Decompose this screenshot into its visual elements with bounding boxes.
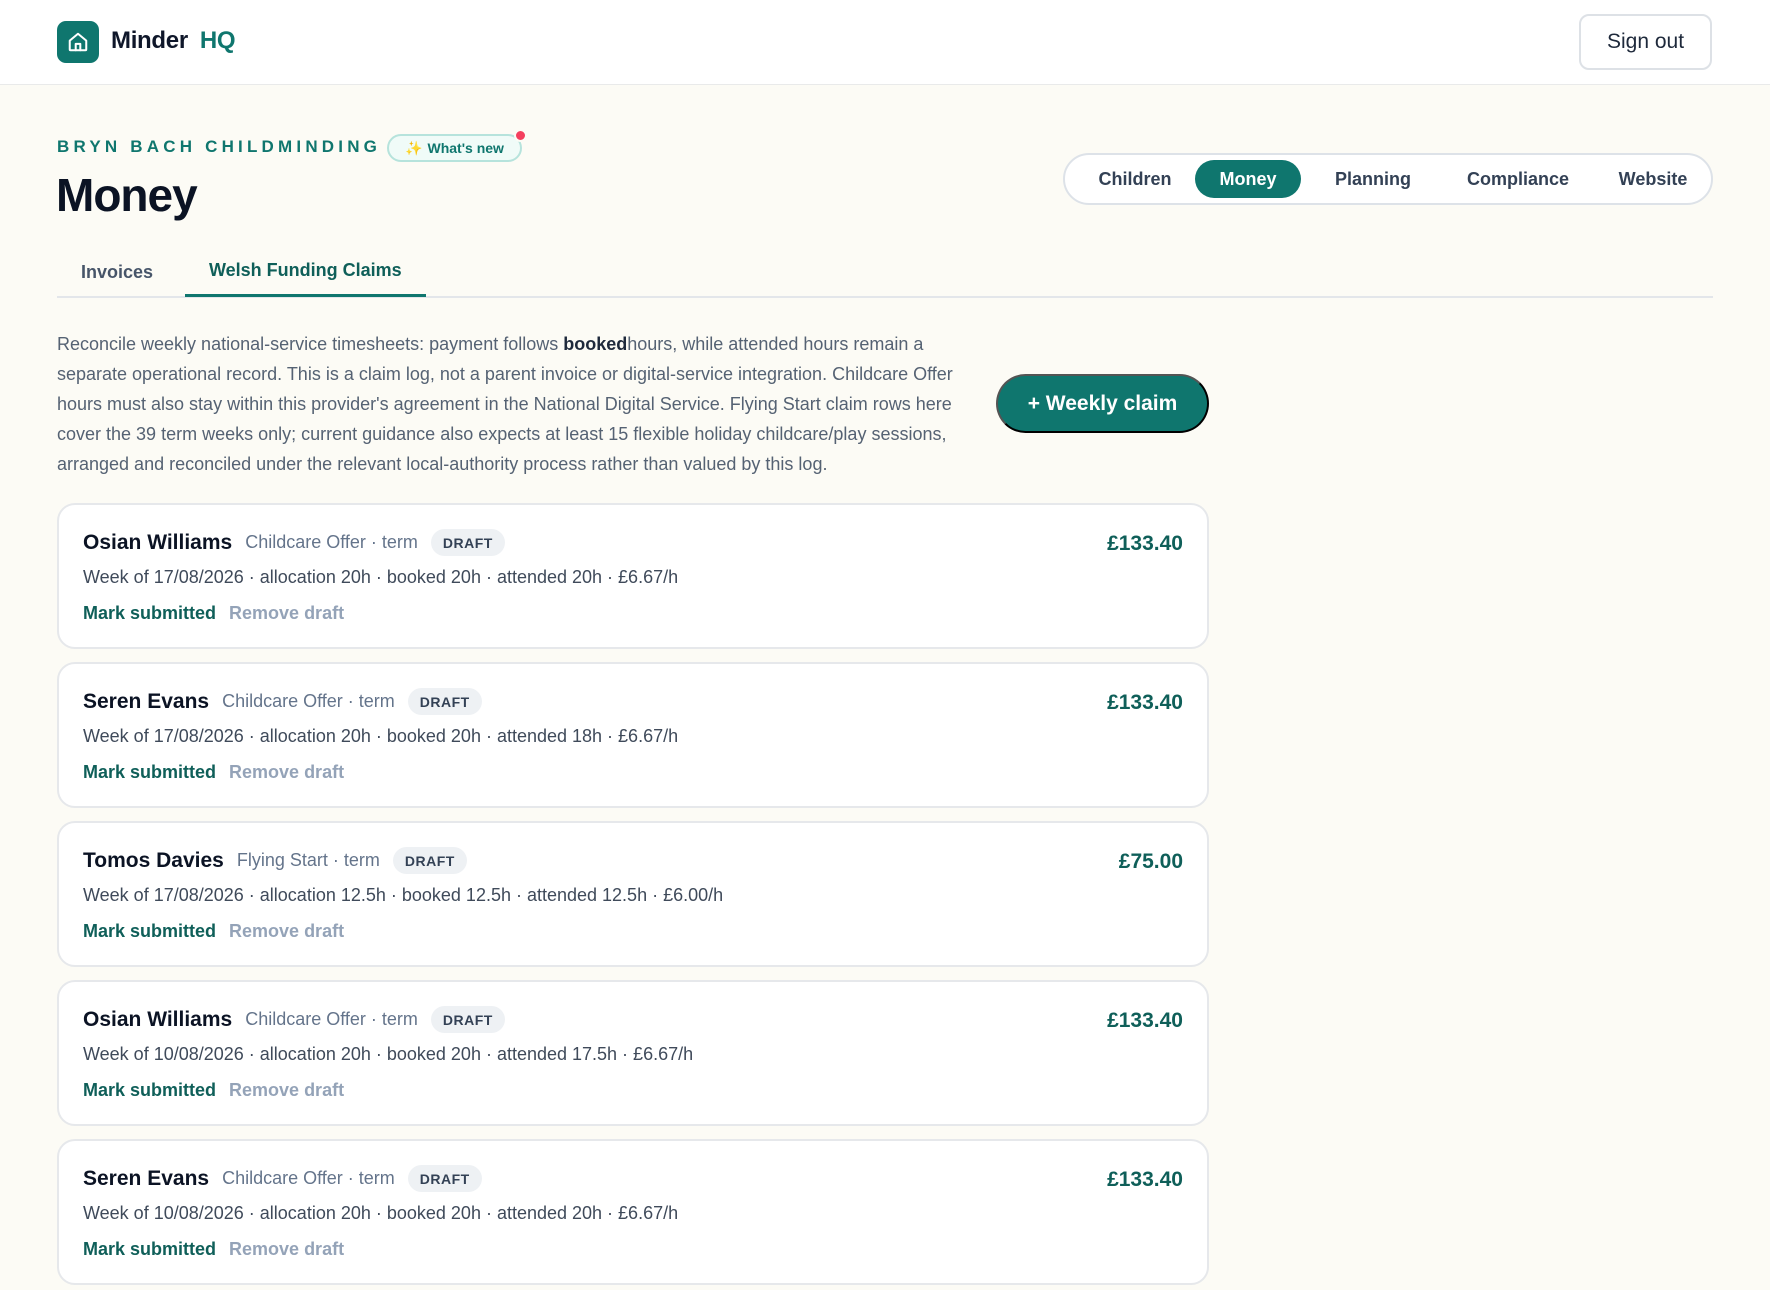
claim-type: Childcare Offer · term bbox=[245, 1009, 418, 1029]
brand-name[interactable]: Minder HQ bbox=[111, 27, 236, 55]
claim-amount: £133.40 bbox=[1107, 1168, 1183, 1191]
claim-amount: £133.40 bbox=[1107, 1009, 1183, 1032]
claim-child-name: Osian Williams bbox=[83, 1007, 233, 1031]
nav-item-money[interactable]: Money bbox=[1195, 160, 1301, 198]
mark-submitted-button[interactable]: Mark submitted bbox=[83, 1239, 216, 1260]
claim-type: Childcare Offer · term bbox=[222, 1168, 395, 1188]
intro-text-bold: booked bbox=[563, 334, 628, 354]
page-title: Money bbox=[56, 169, 198, 221]
status-badge: DRAFT bbox=[430, 1006, 505, 1033]
mark-submitted-button[interactable]: Mark submitted bbox=[83, 762, 216, 783]
notification-dot bbox=[514, 129, 527, 142]
remove-draft-button[interactable]: Remove draft bbox=[229, 1080, 344, 1101]
active-tab-indicator bbox=[185, 294, 426, 297]
nav-item-website[interactable]: Website bbox=[1599, 160, 1707, 198]
claim-detail: Week of 17/08/2026 · allocation 20h · bo… bbox=[83, 567, 679, 587]
main-nav: Children Money Planning Compliance Websi… bbox=[1063, 153, 1713, 205]
sparkles-icon: ✨ bbox=[405, 139, 423, 156]
mark-submitted-button[interactable]: Mark submitted bbox=[83, 1080, 216, 1101]
status-badge: DRAFT bbox=[430, 529, 505, 556]
claim-card: Osian Williams Childcare Offer · term DR… bbox=[57, 980, 1209, 1126]
brand-primary: Minder bbox=[111, 27, 188, 54]
tab-invoices[interactable]: Invoices bbox=[81, 262, 153, 283]
top-bar: Minder HQ Sign out bbox=[0, 0, 1770, 85]
claim-child-name: Tomos Davies bbox=[83, 848, 224, 872]
status-badge: DRAFT bbox=[407, 1165, 482, 1192]
claim-detail: Week of 10/08/2026 · allocation 20h · bo… bbox=[83, 1203, 679, 1223]
claim-card: Tomos Davies Flying Start · term DRAFT £… bbox=[57, 821, 1209, 967]
claim-amount: £75.00 bbox=[1118, 850, 1183, 873]
mark-submitted-button[interactable]: Mark submitted bbox=[83, 603, 216, 624]
nav-item-compliance[interactable]: Compliance bbox=[1443, 160, 1593, 198]
mark-submitted-button[interactable]: Mark submitted bbox=[83, 921, 216, 942]
claim-card: Osian Williams Childcare Offer · term DR… bbox=[57, 503, 1209, 649]
intro-text: Reconcile weekly national-service timesh… bbox=[57, 329, 987, 479]
organization-name: BRYN BACH CHILDMINDING bbox=[57, 137, 382, 156]
claim-child-name: Seren Evans bbox=[83, 689, 210, 713]
claim-amount: £133.40 bbox=[1107, 691, 1183, 714]
tab-welsh-funding-claims[interactable]: Welsh Funding Claims bbox=[209, 260, 402, 281]
claim-child-name: Osian Williams bbox=[83, 530, 233, 554]
whats-new-button[interactable]: ✨ What's new bbox=[387, 134, 522, 162]
whats-new-label: What's new bbox=[427, 140, 504, 156]
nav-item-planning[interactable]: Planning bbox=[1309, 160, 1437, 198]
sign-out-button[interactable]: Sign out bbox=[1579, 14, 1712, 70]
remove-draft-button[interactable]: Remove draft bbox=[229, 1239, 344, 1260]
claim-detail: Week of 17/08/2026 · allocation 20h · bo… bbox=[83, 726, 679, 746]
claim-type: Flying Start · term bbox=[236, 850, 380, 870]
brand-secondary: HQ bbox=[199, 27, 236, 54]
intro-text-start: Reconcile weekly national-service timesh… bbox=[57, 334, 564, 354]
status-badge: DRAFT bbox=[392, 847, 467, 874]
claim-detail: Week of 17/08/2026 · allocation 12.5h · … bbox=[83, 885, 724, 905]
remove-draft-button[interactable]: Remove draft bbox=[229, 762, 344, 783]
intro-text-end: hours, while attended hours remain a sep… bbox=[57, 334, 953, 474]
nav-item-children[interactable]: Children bbox=[1075, 160, 1195, 198]
claim-amount: £133.40 bbox=[1107, 532, 1183, 555]
home-icon bbox=[68, 32, 88, 52]
status-badge: DRAFT bbox=[407, 688, 482, 715]
remove-draft-button[interactable]: Remove draft bbox=[229, 603, 344, 624]
logo[interactable] bbox=[57, 21, 99, 63]
remove-draft-button[interactable]: Remove draft bbox=[229, 921, 344, 942]
claim-card: Seren Evans Childcare Offer · term DRAFT… bbox=[57, 662, 1209, 808]
claim-card: Seren Evans Childcare Offer · term DRAFT… bbox=[57, 1139, 1209, 1285]
claim-child-name: Seren Evans bbox=[83, 1166, 210, 1190]
claim-type: Childcare Offer · term bbox=[245, 532, 418, 552]
add-weekly-claim-button[interactable]: + Weekly claim bbox=[996, 374, 1209, 433]
claim-type: Childcare Offer · term bbox=[222, 691, 395, 711]
claim-detail: Week of 10/08/2026 · allocation 20h · bo… bbox=[83, 1044, 694, 1064]
